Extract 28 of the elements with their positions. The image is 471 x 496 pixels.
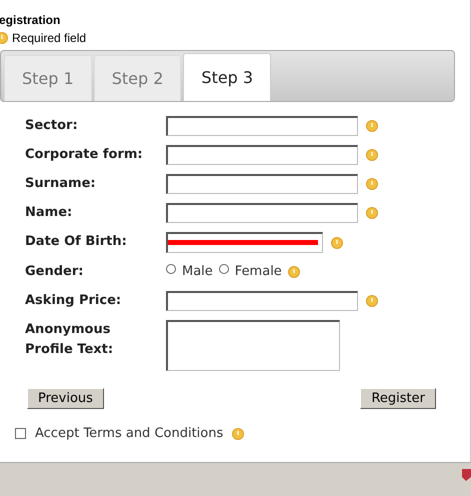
text-field[interactable] [166,203,358,223]
step-tab[interactable]: Step 2 [94,55,182,101]
text-field[interactable] [166,174,358,194]
radio-button[interactable] [166,264,176,274]
profile-text-area[interactable] [166,320,340,371]
field-label: Surname: [25,175,97,193]
text-field[interactable] [166,116,358,136]
text-field[interactable] [166,291,358,311]
previous-button[interactable]: Previous [27,388,104,409]
radio-label: Female [234,263,282,282]
date-field[interactable] [166,232,323,253]
field-label: Corporate form: [25,146,144,164]
required-legend: Required field [12,30,86,46]
terms-checkbox[interactable] [15,428,26,440]
field-label: Sector: [25,117,79,135]
field-label: Gender: [25,263,84,281]
shield-icon [461,468,471,482]
field-label: Name: [25,204,74,222]
field-label: Asking Price: [25,292,122,310]
field-label: Date Of Birth: [25,233,128,251]
step-tab[interactable]: Step 1 [4,55,92,101]
register-button[interactable]: Register [360,388,436,409]
text-field[interactable] [166,145,358,165]
field-label: Anonymous Profile Text: [25,321,114,359]
step-tab[interactable]: Step 3 [183,53,272,101]
radio-label: Male [182,263,213,282]
terms-label: Accept Terms and Conditions [35,425,224,443]
radio-button[interactable] [218,264,229,274]
